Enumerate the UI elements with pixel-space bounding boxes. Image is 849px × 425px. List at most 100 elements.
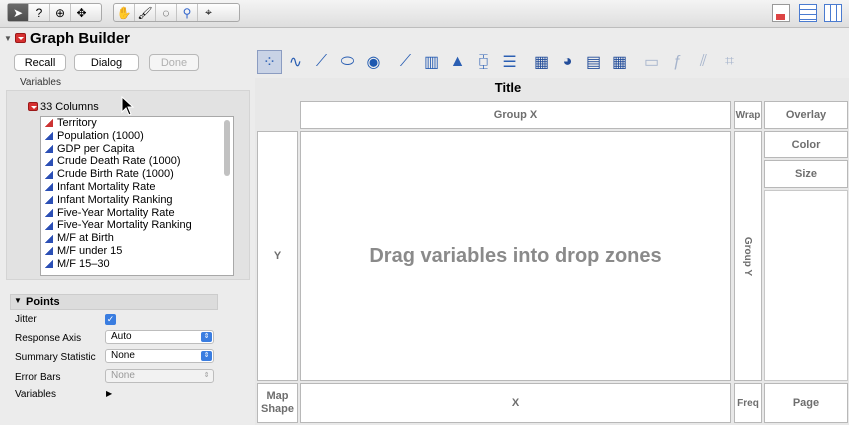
contour-graph-icon[interactable]: ◉ [361, 50, 386, 74]
x-zone[interactable]: X [300, 383, 731, 423]
column-name: M/F 15–30 [57, 257, 110, 270]
pie-graph-icon[interactable]: ◕ [555, 50, 580, 74]
selection-tool-icon[interactable]: ⊕ [50, 4, 71, 21]
column-item[interactable]: M/F under 15 [41, 245, 233, 258]
dialog-button[interactable]: Dialog [74, 54, 139, 71]
wrap-zone[interactable]: Wrap [734, 101, 762, 129]
column-item[interactable]: M/F 15–30 [41, 258, 233, 271]
smoother-graph-icon[interactable]: ∿ [283, 50, 308, 74]
continuous-column-icon [45, 221, 53, 230]
column-name: Crude Birth Rate (1000) [57, 168, 174, 181]
column-item[interactable]: Infant Mortality Ranking [41, 194, 233, 207]
hand-tool-icon[interactable]: ✋ [114, 4, 135, 21]
toolbar: ➤ ? ⊕ ✥ ✋ 🖌 ◌ ⚲ ⌖ [0, 0, 849, 28]
heatmap-graph-icon[interactable]: ▦ [529, 50, 554, 74]
points-graph-icon[interactable]: ⁘ [257, 50, 282, 74]
overlay-zone[interactable]: Overlay [764, 101, 848, 129]
column-name: Infant Mortality Rate [57, 180, 156, 193]
box-plot-graph-icon[interactable]: ⧮ [471, 50, 496, 74]
variables-option-label: Variables [15, 389, 56, 400]
continuous-column-icon [45, 247, 53, 256]
column-name: Crude Death Rate (1000) [57, 155, 181, 168]
points-title: Points [26, 296, 60, 308]
mosaic-graph-icon[interactable]: ▦ [607, 50, 632, 74]
jitter-checkbox[interactable]: ✓ [105, 314, 116, 325]
graph-drop-area[interactable]: Drag variables into drop zones [300, 131, 731, 381]
bar-graph-icon[interactable]: ▥ [419, 50, 444, 74]
column-name: Five-Year Mortality Ranking [57, 219, 192, 232]
scrollbar-thumb[interactable] [224, 120, 230, 176]
treemap-graph-icon[interactable]: ▤ [581, 50, 606, 74]
map-shape-zone[interactable]: Map Shape [257, 383, 298, 423]
column-item[interactable]: Infant Mortality Rate [41, 181, 233, 194]
parallel-graph-icon[interactable]: ⫽ [691, 50, 716, 74]
grabber-tool-icon[interactable]: ✥ [71, 4, 92, 21]
histogram-graph-icon[interactable]: ☰ [497, 50, 522, 74]
lasso-tool-icon[interactable]: ◌ [156, 4, 177, 21]
brush-tool-icon[interactable]: 🖌 [135, 4, 156, 21]
column-list[interactable]: Territory Population (1000) GDP per Capita… [40, 116, 234, 276]
report-icon[interactable] [772, 4, 790, 22]
response-axis-value: Auto [111, 331, 132, 342]
select-arrows-icon: ⇕ [203, 372, 210, 379]
formula-graph-icon[interactable]: ƒ [665, 50, 690, 74]
select-arrows-icon: ⇕ [201, 351, 212, 361]
columns-icon[interactable] [824, 4, 842, 22]
right-panel-blank [764, 190, 848, 381]
response-axis-select[interactable]: Auto ⇕ [105, 330, 214, 344]
line-of-fit-graph-icon[interactable]: ⟋ [309, 50, 334, 74]
column-name: M/F under 15 [57, 244, 123, 257]
ellipse-graph-icon[interactable]: ⬭ [335, 50, 360, 74]
y-zone[interactable]: Y [257, 131, 298, 381]
jitter-label: Jitter [15, 314, 37, 325]
continuous-column-icon [45, 157, 53, 166]
crosshair-tool-icon[interactable]: ⌖ [198, 4, 219, 21]
window-title: Graph Builder [30, 30, 131, 47]
graph-builder-menu-icon[interactable] [15, 33, 26, 46]
columns-menu-icon[interactable] [28, 102, 38, 114]
column-item[interactable]: Five-Year Mortality Ranking [41, 219, 233, 232]
group-y-zone[interactable]: Group Y [734, 131, 762, 381]
collapse-triangle-icon[interactable]: ▼ [4, 34, 12, 43]
group-x-zone[interactable]: Group X [300, 101, 731, 129]
column-item[interactable]: Crude Death Rate (1000) [41, 155, 233, 168]
map-graph-icon[interactable]: ⌗ [717, 50, 742, 74]
variables-label: Variables [20, 77, 61, 88]
column-item[interactable]: Five-Year Mortality Rate [41, 207, 233, 220]
column-item[interactable]: M/F at Birth [41, 232, 233, 245]
color-zone[interactable]: Color [764, 131, 848, 158]
area-graph-icon[interactable]: ▲ [445, 50, 470, 74]
magnifier-tool-icon[interactable]: ⚲ [177, 4, 198, 21]
summary-statistic-label: Summary Statistic [15, 352, 96, 363]
continuous-column-icon [45, 144, 53, 153]
size-zone[interactable]: Size [764, 160, 848, 188]
continuous-column-icon [45, 208, 53, 217]
nominal-column-icon [45, 119, 53, 128]
help-tool-icon[interactable]: ? [29, 4, 50, 21]
continuous-column-icon [45, 196, 53, 205]
points-section-header[interactable]: ▼ Points [10, 294, 218, 310]
freq-zone[interactable]: Freq [734, 383, 762, 423]
expand-triangle-icon[interactable]: ▶ [106, 389, 112, 398]
column-list-scrollbar[interactable] [222, 118, 232, 274]
column-name: Infant Mortality Ranking [57, 193, 173, 206]
page-zone[interactable]: Page [764, 383, 848, 423]
column-name: M/F at Birth [57, 232, 114, 245]
recall-button[interactable]: Recall [14, 54, 66, 71]
table-icon[interactable] [799, 4, 817, 22]
continuous-column-icon [45, 183, 53, 192]
arrow-tool-icon[interactable]: ➤ [8, 4, 29, 21]
column-item[interactable]: Crude Birth Rate (1000) [41, 168, 233, 181]
points-collapse-icon[interactable]: ▼ [14, 296, 22, 305]
column-item[interactable]: GDP per Capita [41, 143, 233, 156]
response-axis-label: Response Axis [15, 333, 82, 344]
summary-statistic-select[interactable]: None ⇕ [105, 349, 214, 363]
graph-title[interactable]: Title [255, 80, 761, 95]
caption-box-graph-icon[interactable]: ▭ [639, 50, 664, 74]
column-item[interactable]: Population (1000) [41, 130, 233, 143]
graph-type-palette: ⁘ ∿ ⟋ ⬭ ◉ ⟋ ▥ ▲ ⧮ ☰ ▦ ◕ ▤ ▦ ▭ ƒ ⫽ ⌗ [257, 50, 743, 76]
column-item[interactable]: Territory [41, 117, 233, 130]
column-name: Territory [57, 117, 97, 129]
group-y-label: Group Y [742, 236, 754, 276]
line-graph-icon[interactable]: ⟋ [393, 50, 418, 74]
